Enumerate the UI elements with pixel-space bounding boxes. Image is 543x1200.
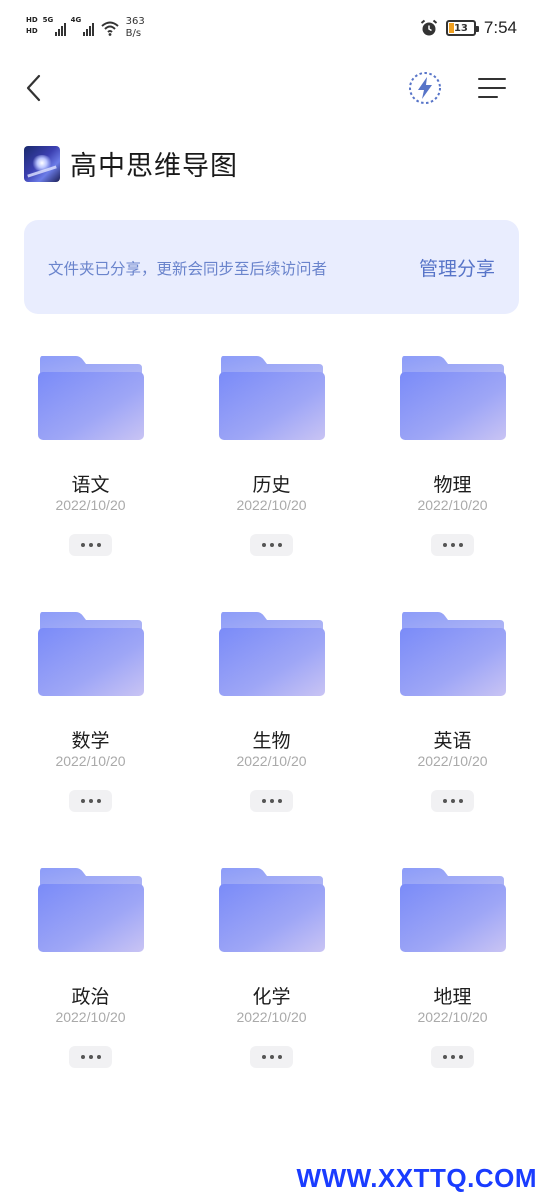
sim-indicators: HD HD [26, 16, 38, 36]
menu-button[interactable] [472, 70, 512, 106]
folder-icon [219, 868, 325, 952]
folder-more-button[interactable] [431, 1046, 474, 1068]
signal1-label: 5G [42, 16, 54, 24]
folder-name: 生物 [252, 730, 291, 752]
folder-date: 2022/10/20 [55, 753, 126, 769]
folder-more-button[interactable] [69, 534, 112, 556]
net-speed-value: 363 [125, 16, 145, 27]
back-button[interactable] [16, 70, 52, 106]
sim2-label: HD [26, 27, 38, 35]
folder-icon [400, 356, 506, 440]
folder-date: 2022/10/20 [417, 753, 488, 769]
folder-date: 2022/10/20 [55, 497, 126, 513]
folder-item[interactable]: 物理 2022/10/20 [362, 340, 543, 596]
folder-item[interactable]: 历史 2022/10/20 [181, 340, 362, 596]
quick-transfer-button[interactable] [405, 68, 445, 108]
folder-name: 英语 [433, 730, 472, 752]
menu-icon [478, 78, 506, 98]
status-left: HD HD 5G 4G 363 B/s [26, 16, 145, 40]
folder-icon [400, 868, 506, 952]
folder-more-button[interactable] [431, 534, 474, 556]
signal1-icon: 5G [42, 16, 66, 36]
folder-item[interactable]: 化学 2022/10/20 [181, 852, 362, 1108]
status-bar: HD HD 5G 4G 363 B/s 13 7:54 [0, 0, 543, 60]
net-speed-unit: B/s [125, 28, 142, 39]
folder-date: 2022/10/20 [236, 497, 307, 513]
wifi-icon [101, 21, 119, 36]
folder-more-button[interactable] [431, 790, 474, 812]
folder-item[interactable]: 数学 2022/10/20 [0, 596, 181, 852]
signal2-label: 4G [70, 16, 82, 24]
folder-icon [38, 612, 144, 696]
folder-item[interactable]: 地理 2022/10/20 [362, 852, 543, 1108]
folder-item[interactable]: 生物 2022/10/20 [181, 596, 362, 852]
folder-name: 数学 [71, 730, 110, 752]
folder-date: 2022/10/20 [236, 1009, 307, 1025]
chevron-left-icon [26, 74, 41, 102]
folder-more-button[interactable] [250, 1046, 293, 1068]
lightning-icon [409, 72, 441, 104]
folder-date: 2022/10/20 [236, 753, 307, 769]
clock: 7:54 [483, 18, 517, 37]
folder-name: 地理 [433, 986, 472, 1008]
battery-level: 13 [453, 22, 468, 34]
alarm-icon [420, 19, 438, 36]
folder-name: 物理 [433, 474, 472, 496]
folder-name: 化学 [252, 986, 291, 1008]
folder-more-button[interactable] [250, 534, 293, 556]
manage-share-button[interactable]: 管理分享 [419, 254, 495, 281]
status-right: 13 7:54 [420, 18, 517, 38]
folder-item[interactable]: 语文 2022/10/20 [0, 340, 181, 596]
folder-more-button[interactable] [250, 790, 293, 812]
share-banner: 文件夹已分享，更新会同步至后续访问者 管理分享 [24, 220, 519, 314]
watermark: WWW.XXTTQ.COM [296, 1163, 537, 1193]
folder-thumbnail [24, 145, 60, 182]
folder-date: 2022/10/20 [55, 1009, 126, 1025]
title-row: 高中思维导图 [24, 144, 238, 183]
folder-item[interactable]: 英语 2022/10/20 [362, 596, 543, 852]
folder-name: 政治 [71, 986, 110, 1008]
folder-icon [400, 612, 506, 696]
folder-date: 2022/10/20 [417, 497, 488, 513]
signal2-icon: 4G [70, 16, 94, 36]
share-message: 文件夹已分享，更新会同步至后续访问者 [48, 260, 328, 278]
folder-date: 2022/10/20 [417, 1009, 488, 1025]
folder-icon [219, 612, 325, 696]
folder-icon [38, 868, 144, 952]
toolbar [0, 60, 543, 116]
folder-more-button[interactable] [69, 790, 112, 812]
folder-icon [219, 356, 325, 440]
folder-icon [38, 356, 144, 440]
net-speed: 363 B/s [126, 16, 145, 40]
battery-icon: 13 [445, 20, 479, 36]
folder-more-button[interactable] [69, 1046, 112, 1068]
page-title: 高中思维导图 [70, 151, 238, 182]
sim1-label: HD [26, 16, 38, 24]
folder-item[interactable]: 政治 2022/10/20 [0, 852, 181, 1108]
folder-name: 语文 [71, 474, 110, 496]
folder-name: 历史 [252, 474, 291, 496]
